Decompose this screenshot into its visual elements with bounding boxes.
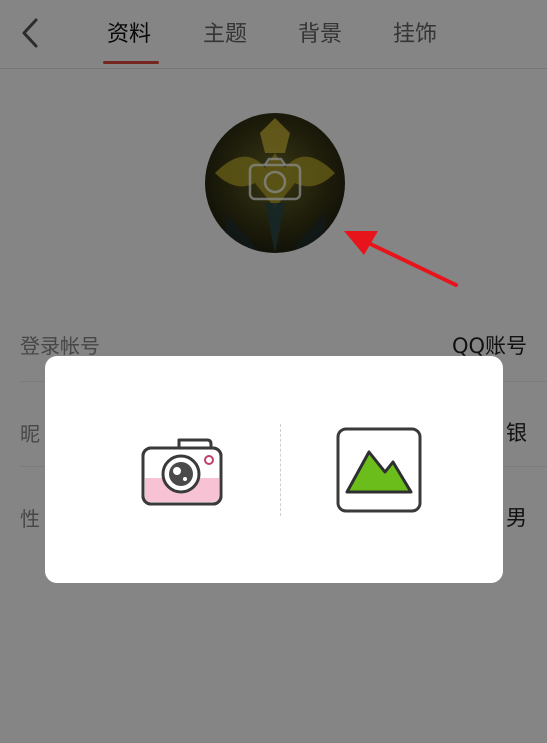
photo-source-dialog [45,356,503,583]
profile-edit-page: 资料 主题 背景 挂饰 登录帐号 QQ账号 昵 银 性 男 [0,0,547,743]
album-option-button[interactable] [335,426,423,514]
option-divider [280,424,281,516]
picture-icon [336,427,422,513]
camera-icon [137,426,225,514]
annotation-arrow-icon [344,231,458,287]
camera-option-button[interactable] [137,426,225,514]
